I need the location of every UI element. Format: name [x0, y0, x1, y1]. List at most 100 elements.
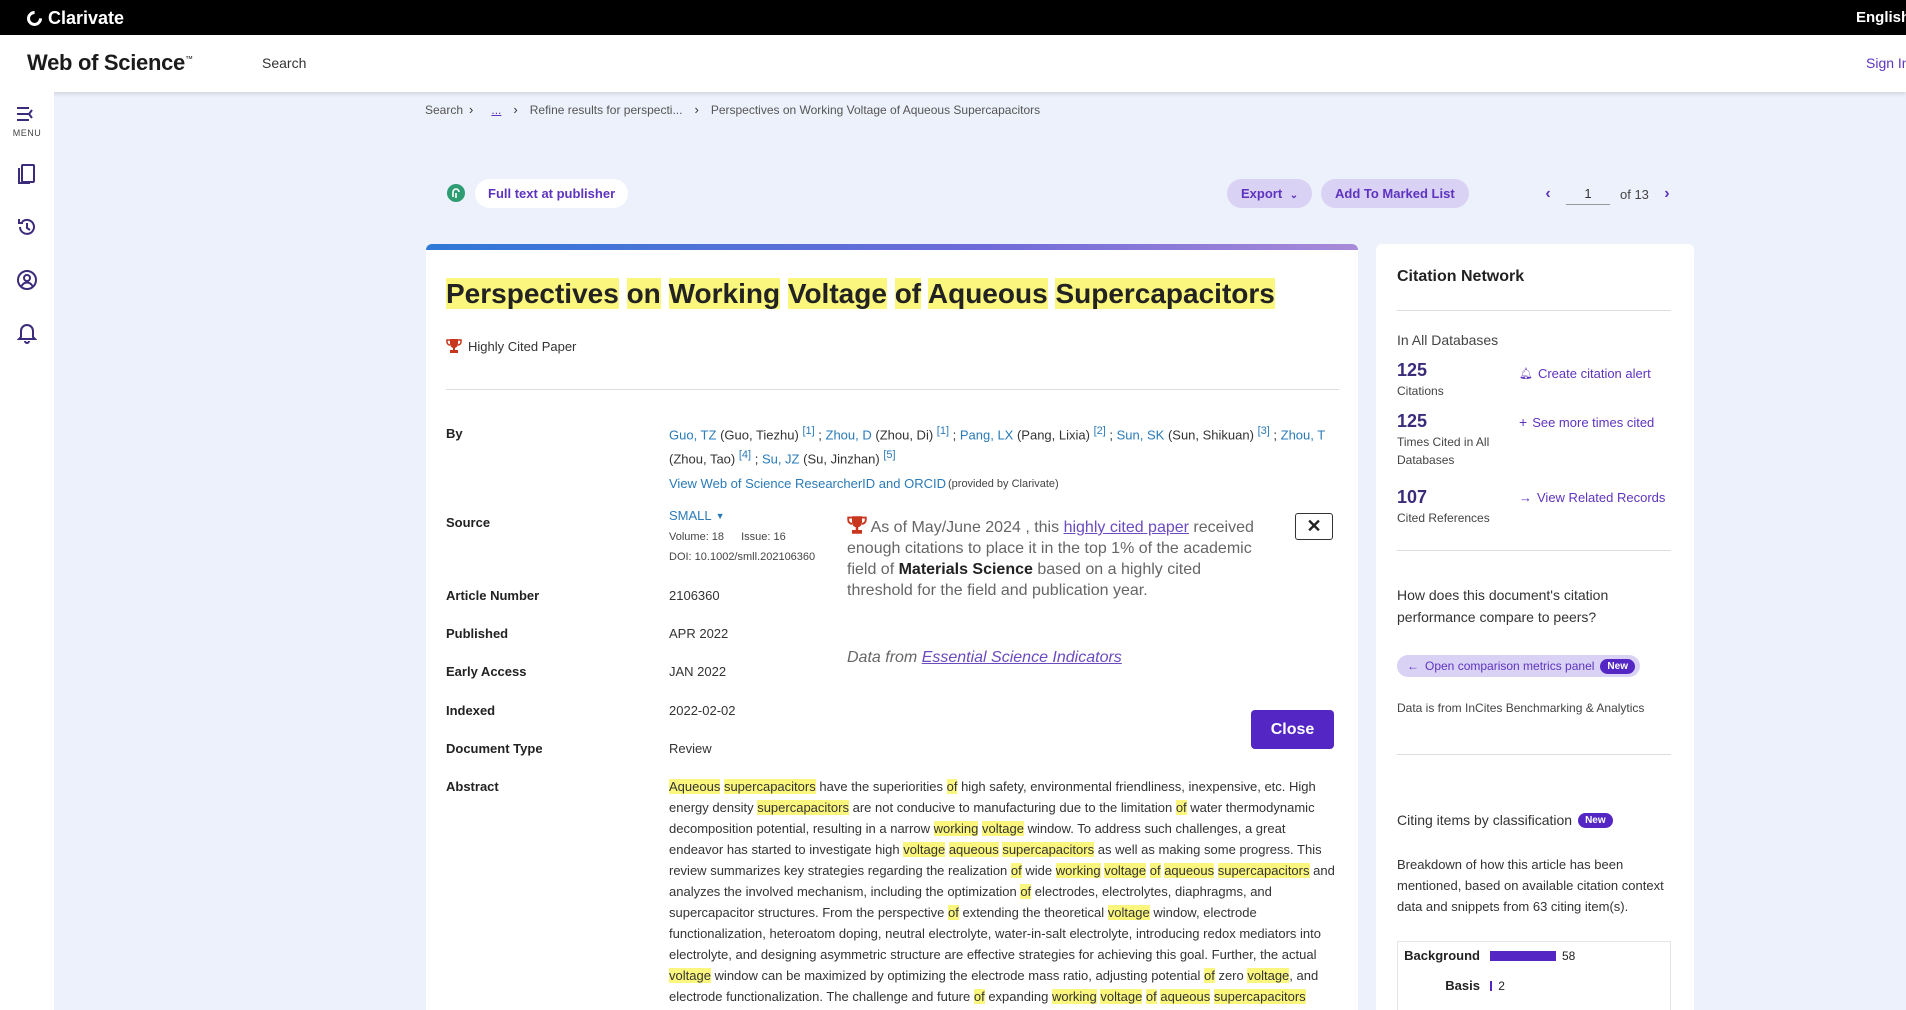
issue: Issue: 16 [741, 531, 786, 543]
record-pager: ‹ of 13 › [1540, 183, 1675, 205]
author-link[interactable]: Su, JZ [762, 452, 800, 467]
marked-list-icon[interactable] [13, 160, 41, 188]
times-cited-count[interactable]: 125 [1397, 411, 1427, 432]
volume-issue: Volume: 18 Issue: 16 [669, 531, 786, 543]
close-button[interactable]: Close [1251, 710, 1334, 749]
trophy-icon [847, 516, 867, 534]
trophy-icon [446, 339, 462, 353]
author-link[interactable]: Guo, TZ [669, 427, 716, 442]
author-affiliation-ref[interactable]: [1] [802, 425, 814, 437]
sign-in-link[interactable]: Sign In [1866, 55, 1906, 71]
citing-items-description: Breakdown of how this article has been m… [1397, 857, 1664, 914]
wos-logo[interactable]: Web of Science™ [27, 50, 193, 76]
divider [1397, 754, 1671, 755]
author-affiliation-ref[interactable]: [3] [1258, 425, 1270, 437]
early-access-value: JAN 2022 [669, 664, 727, 679]
abstract-text: Aqueous supercapacitors have the superio… [669, 776, 1339, 1007]
wos-logo-text: Web of Science [27, 50, 185, 75]
cited-references-count[interactable]: 107 [1397, 487, 1427, 508]
clarivate-logo-text: Clarivate [48, 8, 125, 28]
clarivate-logo[interactable]: Clarivate [23, 7, 125, 30]
left-rail: MENU [0, 92, 54, 1010]
article-number-value: 2106360 [669, 588, 720, 603]
citing-items-title: Citing items by classification New [1397, 812, 1613, 828]
open-comparison-metrics-label: Open comparison metrics panel [1425, 659, 1595, 673]
full-text-button[interactable]: Full text at publisher [475, 179, 629, 208]
create-citation-alert-label: Create citation alert [1537, 366, 1651, 381]
breadcrumb-chevron-icon: › [513, 102, 518, 117]
compare-question: How does this document's citation perfor… [1397, 587, 1609, 625]
page-number-input[interactable] [1566, 183, 1610, 205]
see-more-times-cited-label: See more times cited [1532, 414, 1655, 430]
add-to-marked-list-button[interactable]: Add To Marked List [1321, 179, 1469, 208]
export-label: Export [1241, 186, 1283, 201]
next-record-chevron-icon[interactable]: › [1659, 185, 1675, 203]
nav-search-link[interactable]: Search [262, 55, 306, 71]
author-full-name: (Su, Jinzhan) [799, 451, 884, 467]
author-full-name: (Zhou, Tao) [669, 451, 739, 467]
esi-link[interactable]: Essential Science Indicators [922, 649, 1122, 666]
citation-network-panel: Citation Network In All Databases 125 Ci… [1376, 244, 1694, 1010]
breadcrumb-search[interactable]: Search [425, 103, 463, 117]
citations-count[interactable]: 125 [1397, 360, 1427, 381]
new-badge: New [1578, 812, 1613, 828]
popup-text: As of May/June 2024 , this highly cited … [847, 515, 1267, 601]
classification-bar [1490, 980, 1493, 991]
source-label: Source [446, 515, 491, 530]
profile-icon[interactable] [13, 266, 41, 294]
researcher-id-link[interactable]: View Web of Science ResearcherID and ORC… [669, 476, 946, 491]
doi: DOI: 10.1002/smll.202106360 [669, 551, 816, 563]
divider [446, 389, 1339, 390]
researcher-note: (provided by Clarivate) [948, 478, 1059, 490]
export-button[interactable]: Export ⌄ [1227, 179, 1313, 208]
open-access-icon [447, 184, 465, 202]
classification-row[interactable]: Basis 2 [1398, 978, 1505, 993]
author-affiliation-ref[interactable]: [4] [739, 449, 751, 461]
citation-network-title: Citation Network [1397, 268, 1525, 285]
author-link[interactable]: Zhou, T [1281, 427, 1325, 442]
title-word: Supercapacitors [1055, 278, 1275, 309]
author-affiliation-ref[interactable]: [5] [883, 449, 895, 461]
language-selector[interactable]: English [1856, 9, 1906, 26]
open-comparison-metrics-button[interactable]: ← Open comparison metrics panel New [1397, 655, 1640, 677]
breadcrumb-refine[interactable]: Refine results for perspecti... [530, 103, 683, 117]
view-related-records-link[interactable]: → View Related Records [1519, 490, 1665, 505]
author-full-name: (Sun, Shikuan) [1164, 427, 1258, 443]
history-icon[interactable] [13, 213, 41, 241]
wos-trademark: ™ [185, 54, 193, 64]
author-affiliation-ref[interactable]: [1] [937, 425, 949, 437]
document-type-label: Document Type [446, 741, 543, 756]
create-citation-alert-link[interactable]: 🔔︎ Create citation alert [1519, 366, 1651, 381]
classification-label: Basis [1445, 978, 1480, 993]
see-more-times-cited-link[interactable]: + See more times cited [1519, 414, 1654, 430]
article-number-label: Article Number [446, 588, 540, 603]
author-link[interactable]: Sun, SK [1117, 427, 1165, 442]
plus-icon: + [1519, 414, 1528, 430]
highly-cited-paper-link[interactable]: highly cited paper [1064, 519, 1189, 536]
all-databases-label: In All Databases [1397, 332, 1499, 348]
classification-row[interactable]: Background 58 [1398, 948, 1575, 963]
title-word: Working [668, 278, 781, 309]
page-of-label: of 13 [1620, 186, 1649, 202]
volume: Volume: 18 [669, 531, 725, 543]
view-related-records-label: View Related Records [1537, 490, 1666, 505]
app-header: Web of Science™ Search Sign In [0, 35, 1906, 92]
menu-label: MENU [12, 128, 42, 138]
journal-dropdown[interactable]: SMALL ▼ [669, 508, 725, 523]
highly-cited-popup: As of May/June 2024 , this highly cited … [835, 505, 1345, 770]
author-affiliation-ref[interactable]: [2] [1094, 425, 1106, 437]
highly-cited-badge[interactable]: Highly Cited Paper [446, 338, 576, 354]
prev-record-chevron-icon[interactable]: ‹ [1540, 185, 1556, 203]
times-cited-label: Times Cited in All Databases [1397, 435, 1490, 467]
classification-value: 2 [1498, 978, 1505, 993]
title-word: of [894, 278, 922, 309]
author-full-name: (Pang, Lixia) [1013, 427, 1094, 443]
author-link[interactable]: Pang, LX [960, 427, 1014, 442]
chevron-down-icon: ⌄ [1289, 190, 1299, 201]
menu-icon[interactable] [13, 100, 41, 128]
classification-chart: Background 58 Basis 2 [1397, 941, 1671, 1010]
close-icon[interactable]: ✕ [1295, 513, 1333, 540]
author-link[interactable]: Zhou, D [826, 427, 872, 442]
breadcrumb-ellipsis[interactable]: ... [491, 103, 501, 117]
alerts-bell-icon[interactable] [13, 319, 41, 347]
